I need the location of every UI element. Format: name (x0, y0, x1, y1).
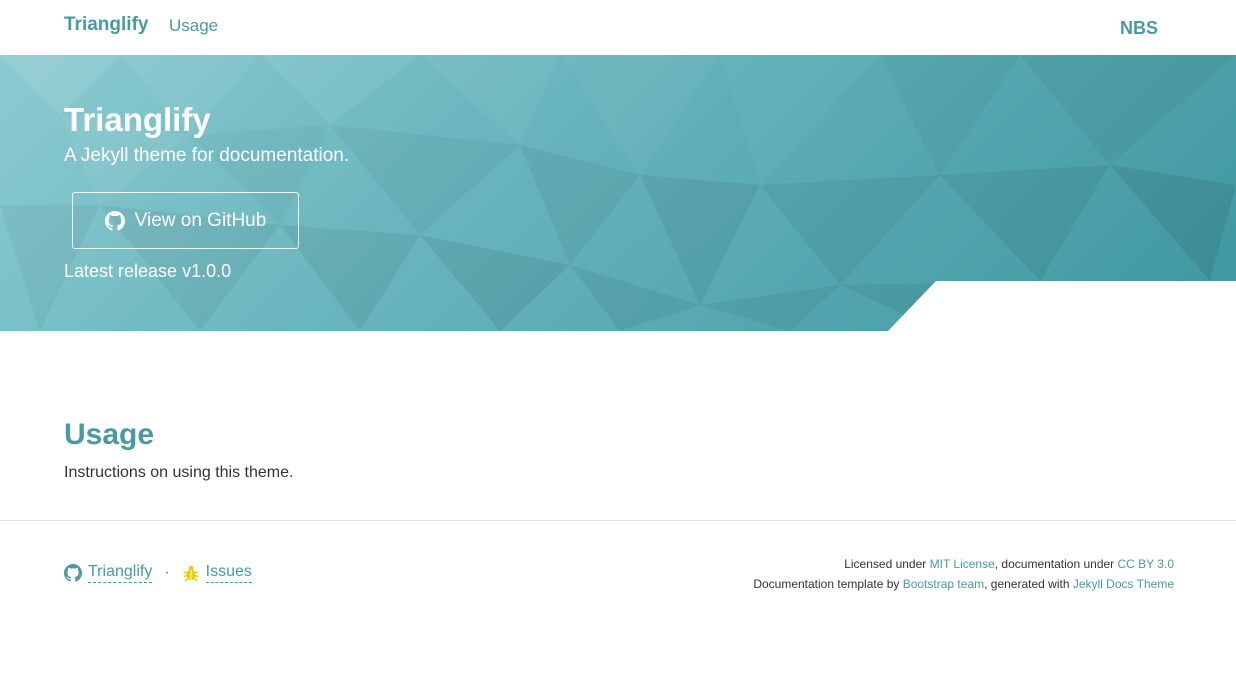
brand-link[interactable]: Trianglify (64, 14, 148, 36)
hero-banner: Trianglify A Jekyll theme for documentat… (0, 55, 1236, 331)
template-middle: , generated with (984, 577, 1073, 591)
github-icon (104, 210, 125, 231)
footer-credits: Licensed under MIT License, documentatio… (753, 554, 1174, 594)
footer-links: Trianglify · Issues (64, 562, 252, 583)
footer-separator: · (164, 563, 170, 581)
usage-heading: Usage (64, 418, 155, 451)
cc-by-link[interactable]: CC BY 3.0 (1118, 557, 1174, 571)
github-icon (64, 563, 82, 582)
template-line: Documentation template by Bootstrap team… (753, 574, 1174, 594)
mit-license-link[interactable]: MIT License (930, 557, 995, 571)
footer-link-issues[interactable]: Issues (205, 562, 252, 583)
svg-text:NBS: NBS (1120, 18, 1158, 38)
license-prefix: Licensed under (844, 557, 930, 571)
github-button-label: View on GitHub (134, 209, 267, 231)
latest-release: Latest release v1.0.0 (64, 261, 232, 281)
bug-icon (183, 565, 199, 581)
view-on-github-button[interactable]: View on GitHub (72, 192, 299, 249)
footer-link-trianglify[interactable]: Trianglify (88, 562, 153, 583)
template-prefix: Documentation template by (753, 577, 903, 591)
top-navbar: Trianglify Usage NBS (0, 0, 1236, 55)
hero-subtitle: A Jekyll theme for documentation. (64, 145, 350, 166)
usage-description: Instructions on using this theme. (64, 464, 294, 481)
footer-divider (0, 520, 1236, 521)
license-line: Licensed under MIT License, documentatio… (753, 554, 1174, 574)
license-middle: , documentation under (994, 557, 1118, 571)
hero-title: Trianglify (64, 101, 211, 138)
nav-link-usage[interactable]: Usage (169, 16, 218, 36)
bootstrap-team-link[interactable]: Bootstrap team (903, 577, 984, 591)
nbs-logo[interactable]: NBS (1120, 16, 1168, 38)
jekyll-docs-theme-link[interactable]: Jekyll Docs Theme (1073, 577, 1174, 591)
